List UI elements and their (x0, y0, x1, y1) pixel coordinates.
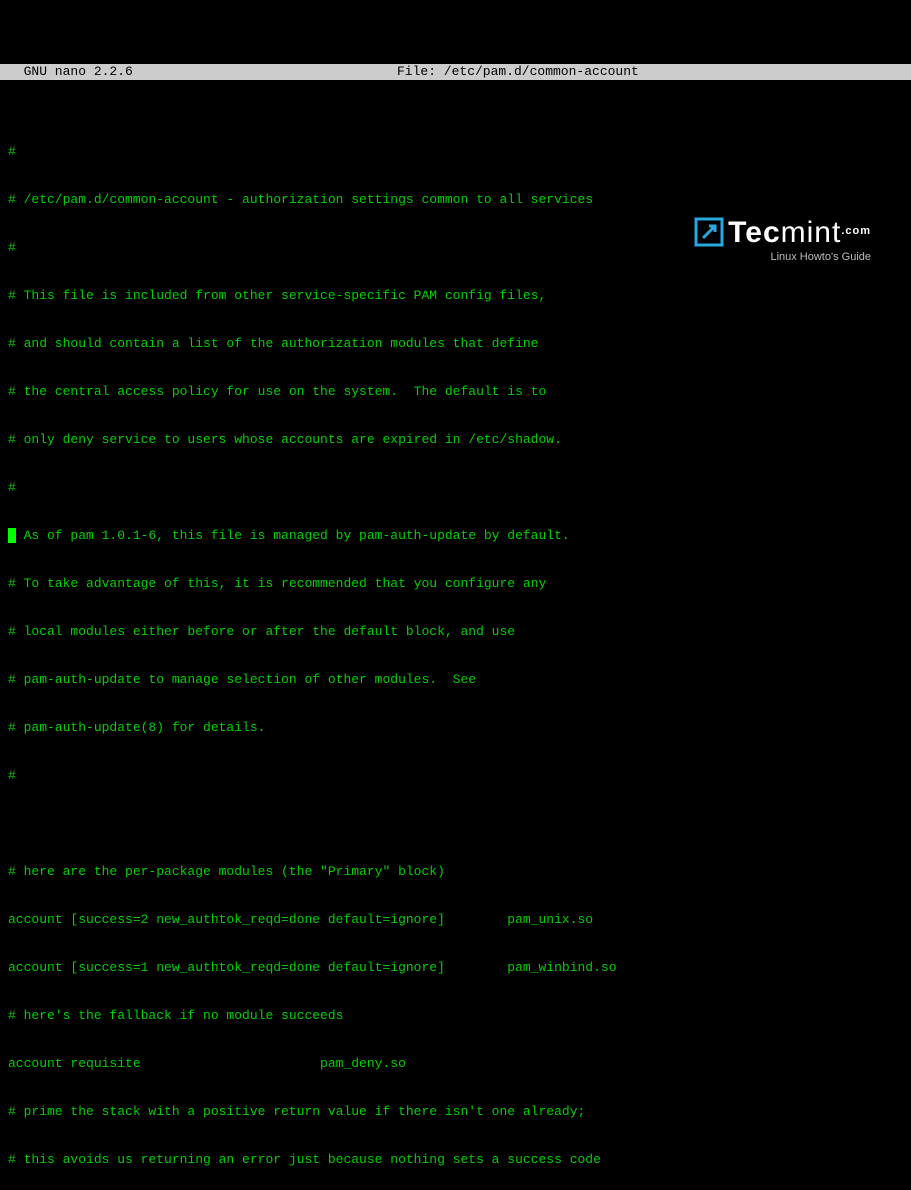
file-line: # (8, 480, 903, 496)
text-cursor (8, 528, 16, 543)
file-line: # To take advantage of this, it is recom… (8, 576, 903, 592)
file-line: # local modules either before or after t… (8, 624, 903, 640)
watermark-tagline: Linux Howto's Guide (694, 249, 871, 265)
brand-tec: Tec (728, 216, 780, 249)
file-line: # As of pam 1.0.1-6, this file is manage… (8, 528, 903, 544)
watermark-brand: Tecmint.com (694, 217, 871, 247)
tecmint-logo-icon (694, 217, 724, 247)
brand-mint: mint (781, 216, 842, 249)
editor-content[interactable]: # # /etc/pam.d/common-account - authoriz… (0, 112, 911, 1190)
file-line: # /etc/pam.d/common-account - authorizat… (8, 192, 903, 208)
brand-com: .com (841, 225, 871, 237)
file-line: # here are the per-package modules (the … (8, 864, 903, 880)
file-line: # here's the fallback if no module succe… (8, 1008, 903, 1024)
title-bar: GNU nano 2.2.6 File: /etc/pam.d/common-a… (0, 64, 911, 80)
file-name: File: /etc/pam.d/common-account (133, 64, 903, 80)
file-line: # only deny service to users whose accou… (8, 432, 903, 448)
file-line: # prime the stack with a positive return… (8, 1104, 903, 1120)
file-line: account [success=1 new_authtok_reqd=done… (8, 960, 903, 976)
app-name: GNU nano 2.2.6 (8, 64, 133, 80)
file-line (8, 816, 903, 832)
file-line: # (8, 144, 903, 160)
file-line: # (8, 768, 903, 784)
file-line: # pam-auth-update(8) for details. (8, 720, 903, 736)
file-line: # and should contain a list of the autho… (8, 336, 903, 352)
file-line: # the central access policy for use on t… (8, 384, 903, 400)
tecmint-watermark: Tecmint.com Linux Howto's Guide (694, 217, 871, 265)
file-line: account requisite pam_deny.so (8, 1056, 903, 1072)
file-line: # This file is included from other servi… (8, 288, 903, 304)
file-line: account [success=2 new_authtok_reqd=done… (8, 912, 903, 928)
file-line: # this avoids us returning an error just… (8, 1152, 903, 1168)
file-line: # pam-auth-update to manage selection of… (8, 672, 903, 688)
